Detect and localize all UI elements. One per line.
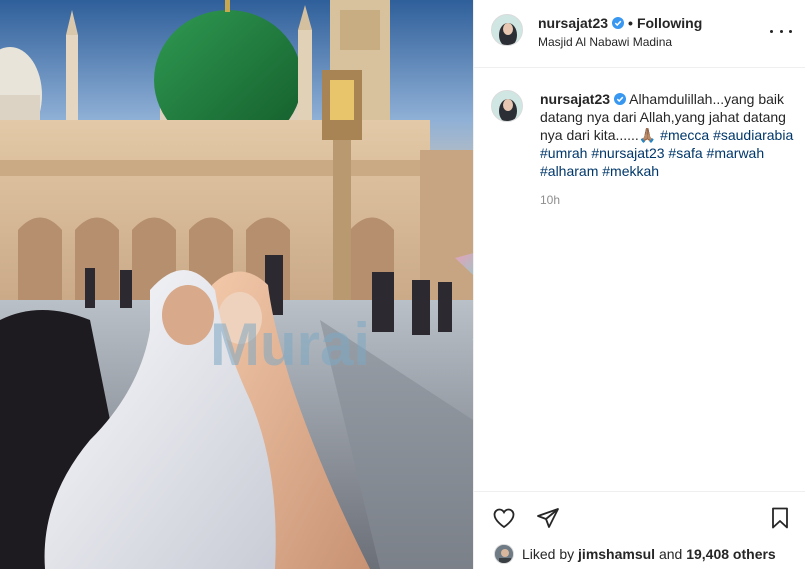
likes-summary: Liked by jimshamsul and 19,408 others (494, 544, 776, 564)
separator-dot: • (628, 15, 633, 31)
post-header: nursajat23 • Following Masjid Al Nabawi Ma… (474, 0, 805, 68)
following-button[interactable]: Following (637, 15, 702, 31)
likes-others-count[interactable]: 19,408 others (686, 546, 776, 562)
watermark-text: Murai (210, 311, 370, 378)
caption-username[interactable]: nursajat23 (540, 91, 610, 107)
caption-avatar[interactable] (491, 90, 523, 122)
caption-section: nursajat23 Alhamdulillah...yang baik dat… (474, 68, 805, 490)
verified-badge-icon (614, 93, 627, 105)
post-time-ago[interactable]: 10h (540, 193, 560, 207)
action-bar: Liked by jimshamsul and 19,408 others (474, 491, 805, 569)
author-username[interactable]: nursajat23 (538, 15, 608, 31)
author-avatar[interactable] (491, 14, 523, 46)
bookmark-icon[interactable] (766, 504, 794, 532)
first-liker[interactable]: jimshamsul (578, 546, 655, 562)
post-side-panel: nursajat23 • Following Masjid Al Nabawi Ma… (473, 0, 805, 569)
verified-badge-icon (612, 17, 625, 29)
heart-icon[interactable] (490, 504, 518, 532)
liker-avatar[interactable] (494, 544, 514, 564)
post-photo[interactable]: Murai (0, 0, 473, 569)
caption-text-block: nursajat23 Alhamdulillah...yang baik dat… (540, 90, 798, 180)
mosque-scene-image: Murai (0, 0, 473, 569)
likes-prefix: Liked by (522, 546, 575, 562)
paper-plane-icon[interactable] (534, 504, 562, 532)
more-options-icon[interactable] (770, 22, 792, 40)
author-line: nursajat23 • Following (538, 15, 702, 31)
likes-conjunction: and (658, 546, 683, 562)
post-location[interactable]: Masjid Al Nabawi Madina (538, 35, 672, 49)
